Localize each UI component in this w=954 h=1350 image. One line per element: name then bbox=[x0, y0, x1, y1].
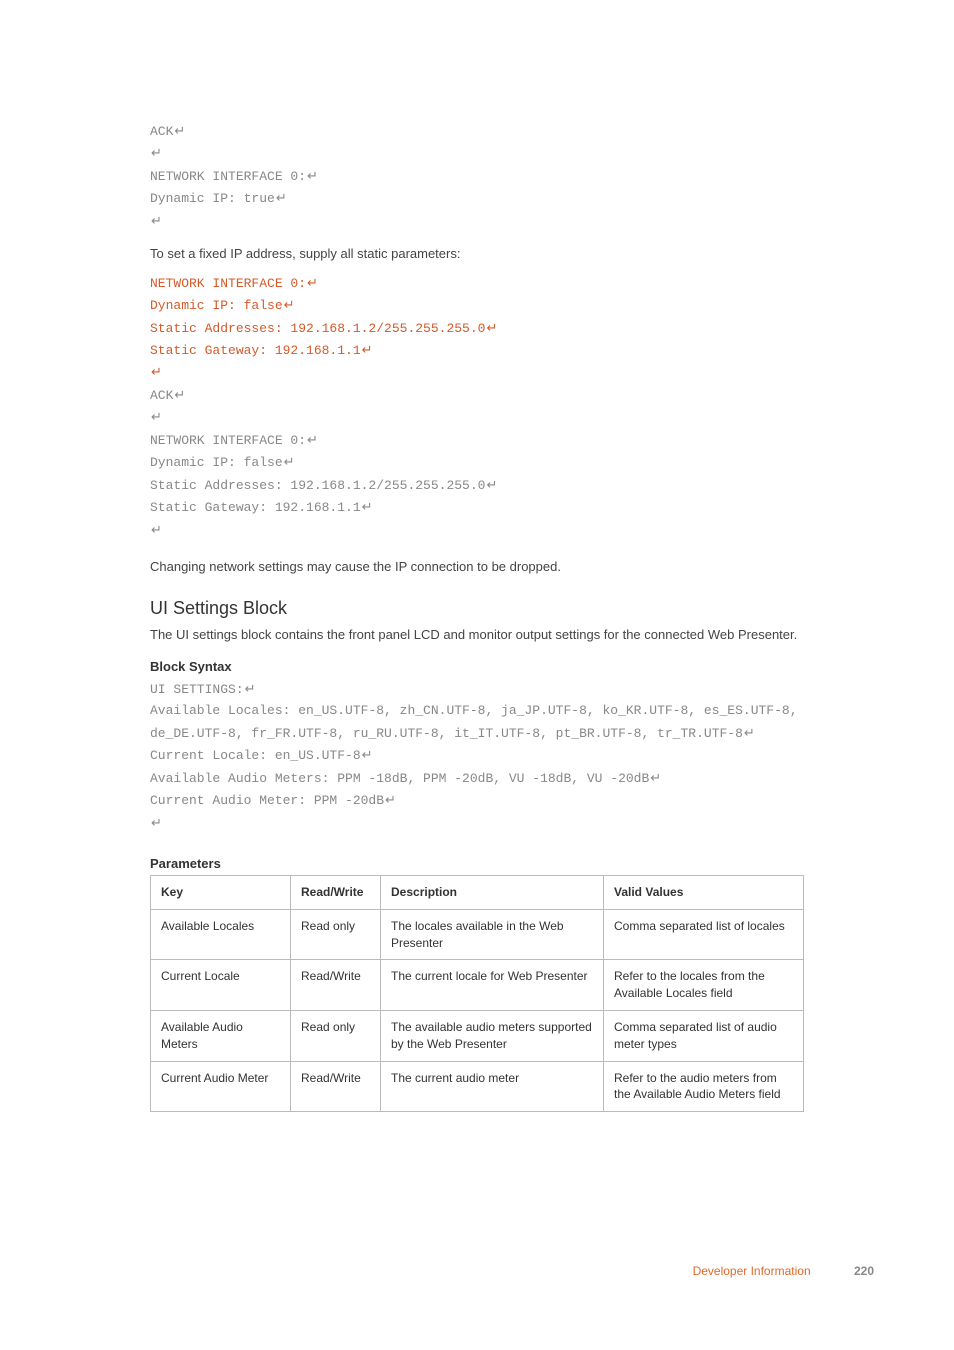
return-glyph-icon: ↵ bbox=[486, 317, 497, 338]
footer-section: Developer Information bbox=[693, 1264, 811, 1278]
return-glyph-icon: ↵ bbox=[151, 406, 162, 427]
table-row: Current LocaleRead/WriteThe current loca… bbox=[151, 960, 804, 1011]
paragraph-warning: Changing network settings may cause the … bbox=[150, 557, 804, 577]
return-glyph-icon: ↵ bbox=[151, 361, 162, 382]
return-glyph-icon: ↵ bbox=[245, 678, 256, 699]
table-cell: Refer to the locales from the Available … bbox=[604, 960, 804, 1011]
label-block-syntax: Block Syntax bbox=[150, 659, 804, 674]
return-glyph-icon: ↵ bbox=[307, 429, 318, 450]
table-cell: Current Audio Meter bbox=[151, 1061, 291, 1112]
table-cell: The available audio meters supported by … bbox=[381, 1010, 604, 1061]
table-cell: Read only bbox=[291, 909, 381, 960]
parameters-table: Key Read/Write Description Valid Values … bbox=[150, 875, 804, 1112]
footer-page-number: 220 bbox=[854, 1264, 874, 1278]
th-valid: Valid Values bbox=[604, 876, 804, 910]
table-cell: The current audio meter bbox=[381, 1061, 604, 1112]
return-glyph-icon: ↵ bbox=[486, 474, 497, 495]
table-header-row: Key Read/Write Description Valid Values bbox=[151, 876, 804, 910]
return-glyph-icon: ↵ bbox=[362, 744, 373, 765]
return-glyph-icon: ↵ bbox=[362, 339, 373, 360]
paragraph-ui-desc: The UI settings block contains the front… bbox=[150, 625, 804, 645]
return-glyph-icon: ↵ bbox=[151, 142, 162, 163]
paragraph-fixed-ip: To set a fixed IP address, supply all st… bbox=[150, 244, 804, 264]
code-block-ui-settings: UI SETTINGS:↵Available Locales: en_US.UT… bbox=[150, 678, 804, 834]
table-cell: Current Locale bbox=[151, 960, 291, 1011]
return-glyph-icon: ↵ bbox=[174, 384, 185, 405]
return-glyph-icon: ↵ bbox=[362, 496, 373, 517]
table-cell: Comma separated list of locales bbox=[604, 909, 804, 960]
table-cell: Read/Write bbox=[291, 1061, 381, 1112]
table-cell: Comma separated list of audio meter type… bbox=[604, 1010, 804, 1061]
th-rw: Read/Write bbox=[291, 876, 381, 910]
code-block-set-static-red: NETWORK INTERFACE 0:↵Dynamic IP: false↵S… bbox=[150, 272, 804, 384]
table-cell: The current locale for Web Presenter bbox=[381, 960, 604, 1011]
return-glyph-icon: ↵ bbox=[276, 187, 287, 208]
code-block-ack: ACK↵↵NETWORK INTERFACE 0:↵Dynamic IP: tr… bbox=[150, 120, 804, 232]
return-glyph-icon: ↵ bbox=[284, 294, 295, 315]
return-glyph-icon: ↵ bbox=[151, 812, 162, 833]
table-cell: Read only bbox=[291, 1010, 381, 1061]
heading-ui-settings: UI Settings Block bbox=[150, 598, 804, 619]
table-cell: Refer to the audio meters from the Avail… bbox=[604, 1061, 804, 1112]
table-row: Available LocalesRead onlyThe locales av… bbox=[151, 909, 804, 960]
return-glyph-icon: ↵ bbox=[307, 272, 318, 293]
table-row: Current Audio MeterRead/WriteThe current… bbox=[151, 1061, 804, 1112]
th-key: Key bbox=[151, 876, 291, 910]
return-glyph-icon: ↵ bbox=[385, 789, 396, 810]
return-glyph-icon: ↵ bbox=[151, 519, 162, 540]
table-row: Available Audio MetersRead onlyThe avail… bbox=[151, 1010, 804, 1061]
label-parameters: Parameters bbox=[150, 856, 804, 871]
th-desc: Description bbox=[381, 876, 604, 910]
page-footer: Developer Information 220 bbox=[693, 1264, 874, 1278]
return-glyph-icon: ↵ bbox=[284, 451, 295, 472]
table-cell: Available Audio Meters bbox=[151, 1010, 291, 1061]
table-cell: Available Locales bbox=[151, 909, 291, 960]
table-cell: Read/Write bbox=[291, 960, 381, 1011]
code-block-set-static-grey: ACK↵↵NETWORK INTERFACE 0:↵Dynamic IP: fa… bbox=[150, 384, 804, 541]
return-glyph-icon: ↵ bbox=[151, 210, 162, 231]
return-glyph-icon: ↵ bbox=[307, 165, 318, 186]
return-glyph-icon: ↵ bbox=[744, 722, 755, 743]
return-glyph-icon: ↵ bbox=[174, 120, 185, 141]
table-cell: The locales available in the Web Present… bbox=[381, 909, 604, 960]
return-glyph-icon: ↵ bbox=[650, 767, 661, 788]
